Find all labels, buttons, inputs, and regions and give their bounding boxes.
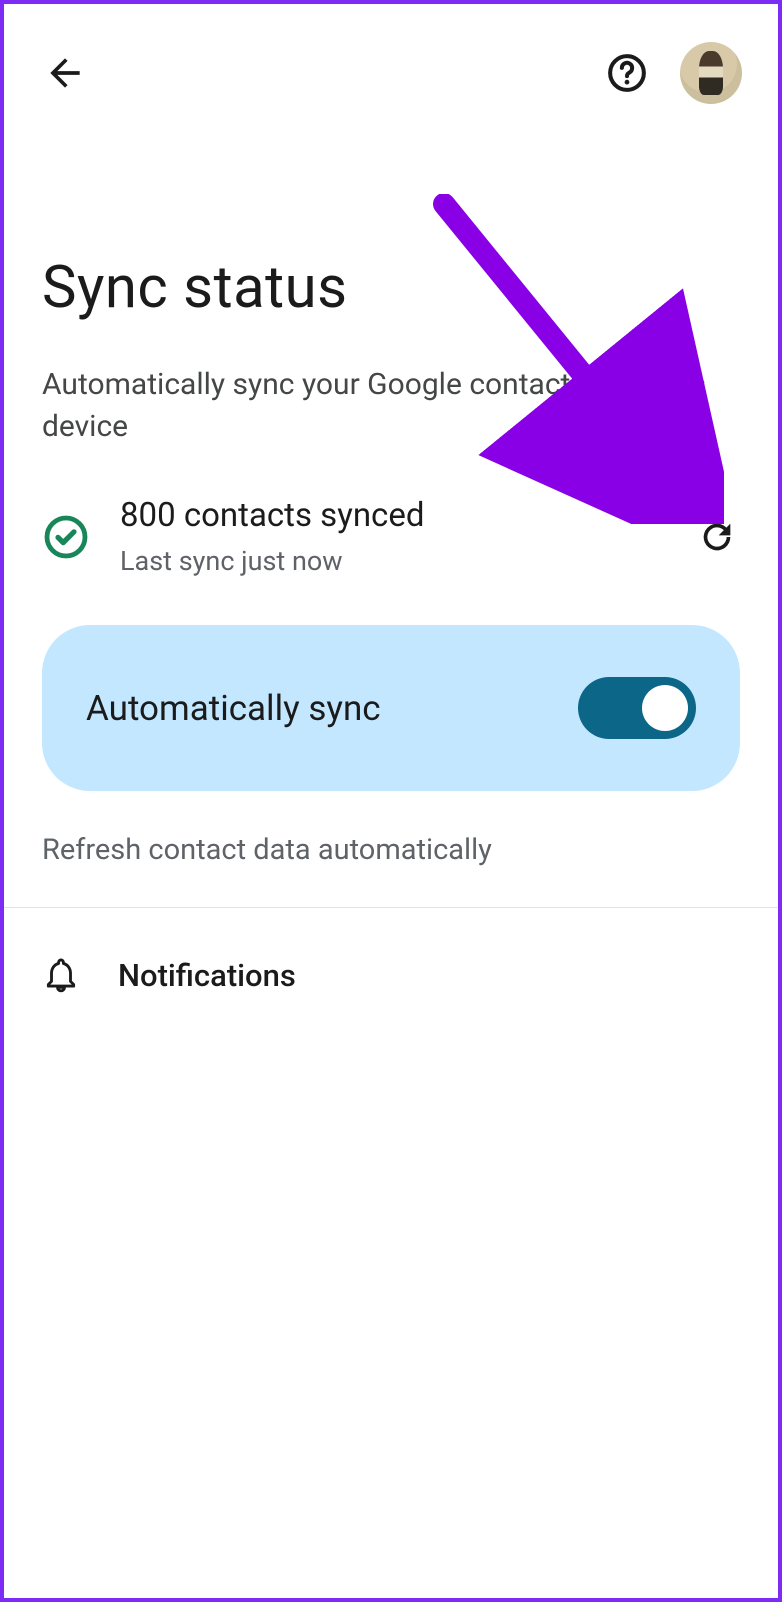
refresh-button[interactable] <box>694 514 740 560</box>
notifications-row[interactable]: Notifications <box>42 956 740 994</box>
page-subtitle: Automatically sync your Google contacts … <box>42 364 740 448</box>
sync-count-text: 800 contacts synced <box>120 496 664 535</box>
back-button[interactable] <box>40 48 90 98</box>
section-divider <box>4 907 778 908</box>
help-icon <box>605 51 649 95</box>
auto-sync-toggle[interactable] <box>578 677 696 739</box>
refresh-icon <box>697 517 737 557</box>
bell-icon <box>42 956 80 994</box>
auto-sync-caption: Refresh contact data automatically <box>42 833 740 867</box>
notifications-label: Notifications <box>118 957 296 994</box>
account-avatar[interactable] <box>680 42 742 104</box>
toggle-knob <box>642 685 688 731</box>
page-title: Sync status <box>42 254 740 322</box>
auto-sync-card: Automatically sync <box>42 625 740 791</box>
last-sync-text: Last sync just now <box>120 545 664 577</box>
auto-sync-label: Automatically sync <box>86 688 381 729</box>
help-button[interactable] <box>602 48 652 98</box>
sync-status-row: 800 contacts synced Last sync just now <box>42 496 740 577</box>
app-bar <box>4 4 778 104</box>
arrow-back-icon <box>43 51 87 95</box>
check-circle-icon <box>42 513 90 561</box>
